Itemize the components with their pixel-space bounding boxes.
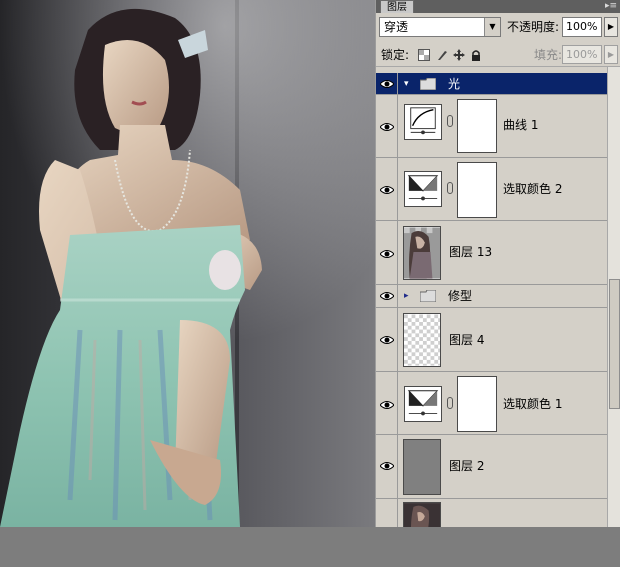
layer-name: 选取颜色 2 [503, 182, 563, 196]
layer-row-layer-4[interactable]: 图层 4 [376, 308, 607, 372]
layer-row-selective-color-2[interactable]: 选取颜色 2 [376, 158, 607, 221]
layer-mask-thumbnail[interactable] [457, 376, 497, 432]
tab-layers[interactable]: 图层 [380, 0, 414, 13]
layer-name: 选取颜色 1 [503, 397, 563, 411]
eye-icon[interactable] [380, 461, 394, 471]
visibility-cell[interactable] [376, 499, 398, 527]
photo-layer-thumbnail [403, 502, 441, 527]
mask-link-icon[interactable] [447, 397, 453, 409]
layer-row-selective-color-1[interactable]: 选取颜色 1 [376, 372, 607, 435]
eye-icon[interactable] [380, 400, 394, 410]
eye-icon[interactable] [380, 335, 394, 345]
layer-row-group-guang[interactable]: ▾ 光 [376, 73, 607, 95]
selective-color-adjustment-icon [404, 171, 442, 207]
lock-move-icon[interactable] [453, 49, 465, 61]
curves-adjustment-icon [404, 104, 442, 140]
scrollbar-thumb[interactable] [609, 279, 620, 409]
lock-transparent-icon[interactable] [418, 49, 430, 61]
visibility-cell[interactable] [376, 372, 398, 434]
eye-icon[interactable] [380, 291, 394, 301]
visibility-cell[interactable] [376, 73, 398, 94]
layers-scrollbar[interactable] [607, 67, 620, 527]
lock-all-icon[interactable] [470, 49, 482, 61]
gray-layer-thumbnail [403, 439, 441, 495]
layer-row-group-xiuxing[interactable]: ▸ 修型 [376, 285, 607, 308]
photo-image [0, 0, 375, 527]
eye-icon[interactable] [380, 185, 394, 195]
eye-icon[interactable] [380, 79, 394, 89]
opacity-label: 不透明度: [507, 20, 560, 34]
opacity-slider-arrow-icon[interactable]: ▶ [604, 17, 618, 37]
visibility-cell[interactable] [376, 308, 398, 371]
chevron-down-icon[interactable]: ▼ [484, 18, 500, 36]
fill-input[interactable]: 100% [562, 45, 602, 64]
panel-tab-bar: 图层 ▸≡ [376, 0, 620, 13]
expand-triangle-icon[interactable]: ▾ [404, 79, 409, 89]
workspace-background [0, 527, 620, 567]
document-canvas[interactable] [0, 0, 375, 527]
folder-icon [420, 78, 436, 90]
layer-name: 修型 [448, 289, 473, 303]
layer-name: 图层 13 [449, 245, 493, 259]
visibility-cell[interactable] [376, 435, 398, 498]
lock-row: 锁定: 填充: 100% ▶ [376, 41, 620, 67]
blend-mode-select[interactable]: 穿透 ▼ [379, 17, 501, 37]
visibility-cell[interactable] [376, 95, 398, 157]
fill-label: 填充: [534, 48, 563, 62]
layer-row-photo[interactable] [376, 499, 607, 527]
layer-mask-thumbnail[interactable] [457, 162, 497, 218]
visibility-cell[interactable] [376, 158, 398, 220]
visibility-cell[interactable] [376, 285, 398, 307]
blend-mode-value: 穿透 [384, 20, 409, 34]
layer-row-layer-13[interactable]: 图层 13 [376, 221, 607, 285]
layer-name: 图层 4 [449, 333, 485, 347]
panel-menu-icon[interactable]: ▸≡ [605, 1, 617, 12]
collapse-triangle-icon[interactable]: ▸ [404, 291, 409, 301]
fill-slider-arrow-icon[interactable]: ▶ [604, 45, 618, 64]
opacity-input[interactable]: 100% [562, 17, 602, 37]
blend-mode-row: 穿透 ▼ 不透明度: 100% ▶ [376, 14, 620, 40]
layer-row-layer-2[interactable]: 图层 2 [376, 435, 607, 499]
mask-link-icon[interactable] [447, 182, 453, 194]
eye-icon[interactable] [380, 249, 394, 259]
layer-mask-thumbnail[interactable] [457, 99, 497, 153]
layers-list: ▾ 光 曲线 1 选取颜色 2 图层 13 ▸ 修型 图层 4 选取颜色 1 图… [376, 67, 607, 527]
eye-icon[interactable] [380, 122, 394, 132]
layer-name: 曲线 1 [503, 118, 539, 132]
visibility-cell[interactable] [376, 221, 398, 284]
selective-color-adjustment-icon [404, 386, 442, 422]
layer-name: 图层 2 [449, 459, 485, 473]
lock-paint-icon[interactable] [436, 49, 448, 61]
layer-thumbnail-image [403, 226, 441, 280]
transparent-layer-thumbnail [403, 313, 441, 367]
layer-name: 光 [448, 77, 461, 91]
folder-icon [420, 290, 436, 302]
layer-row-curves-1[interactable]: 曲线 1 [376, 95, 607, 158]
mask-link-icon[interactable] [447, 115, 453, 127]
lock-label: 锁定: [381, 48, 410, 62]
layers-panel: 图层 ▸≡ 穿透 ▼ 不透明度: 100% ▶ 锁定: 填充: 100% ▶ ▾… [375, 0, 620, 527]
